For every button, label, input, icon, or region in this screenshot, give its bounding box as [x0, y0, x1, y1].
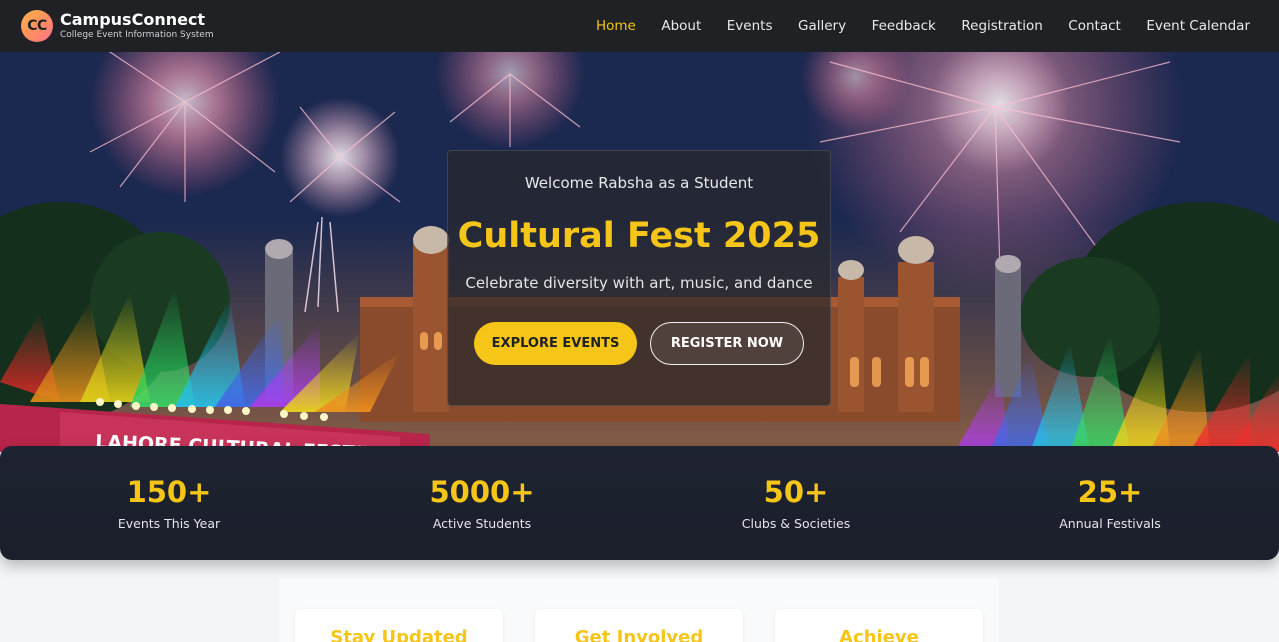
nav-feedback[interactable]: Feedback [872, 18, 936, 34]
welcome-message: Welcome Rabsha as a Student [524, 174, 754, 192]
hero-banner: LAHORE CULTURAL FESTIVAL 2025 Welcome Ra… [0, 52, 1279, 452]
stat-label: Events This Year [117, 516, 221, 531]
nav-about[interactable]: About [661, 18, 701, 34]
hero-subtitle: Celebrate diversity with art, music, and… [465, 274, 813, 292]
brand-name[interactable]: CampusConnect [60, 12, 214, 28]
features-section: Stay Updated Get Involved Achieve [279, 577, 999, 642]
stat-value: 25+ [1077, 475, 1143, 509]
feature-title: Get Involved [574, 627, 704, 642]
stat-events: 150+ Events This Year [39, 446, 299, 531]
stat-students: 5000+ Active Students [352, 446, 612, 531]
nav-gallery[interactable]: Gallery [798, 18, 846, 34]
nav-links: Home About Events Gallery Feedback Regis… [570, 0, 1250, 52]
logo-icon[interactable]: CC [21, 10, 53, 42]
feature-card-stay-updated[interactable]: Stay Updated [295, 609, 503, 642]
hero-buttons: EXPLORE EVENTS REGISTER NOW [448, 322, 830, 365]
nav-registration[interactable]: Registration [961, 18, 1042, 34]
nav-home[interactable]: Home [596, 18, 636, 34]
brand-tagline: College Event Information System [60, 30, 214, 40]
stat-label: Clubs & Societies [741, 516, 851, 531]
stat-value: 150+ [126, 475, 212, 509]
hero-card: Welcome Rabsha as a Student Cultural Fes… [447, 150, 831, 406]
feature-card-achieve[interactable]: Achieve [775, 609, 983, 642]
nav-events[interactable]: Events [727, 18, 773, 34]
brand[interactable]: CC CampusConnect College Event Informati… [21, 10, 214, 42]
explore-events-button[interactable]: EXPLORE EVENTS [474, 322, 637, 365]
stat-clubs: 50+ Clubs & Societies [666, 446, 926, 531]
nav-event-calendar[interactable]: Event Calendar [1146, 18, 1250, 34]
feature-title: Achieve [839, 627, 919, 642]
stats-bar: 150+ Events This Year 5000+ Active Stude… [0, 446, 1279, 560]
brand-text: CampusConnect College Event Information … [60, 12, 214, 40]
stat-festivals: 25+ Annual Festivals [980, 446, 1240, 531]
hero-title: Cultural Fest 2025 [457, 216, 821, 256]
stat-value: 50+ [763, 475, 829, 509]
feature-card-get-involved[interactable]: Get Involved [535, 609, 743, 642]
nav-contact[interactable]: Contact [1068, 18, 1121, 34]
stat-label: Active Students [432, 516, 532, 531]
stat-value: 5000+ [429, 475, 535, 509]
feature-title: Stay Updated [330, 627, 468, 642]
navbar: CC CampusConnect College Event Informati… [0, 0, 1279, 52]
register-now-button[interactable]: REGISTER NOW [650, 322, 804, 365]
stat-label: Annual Festivals [1059, 516, 1161, 531]
